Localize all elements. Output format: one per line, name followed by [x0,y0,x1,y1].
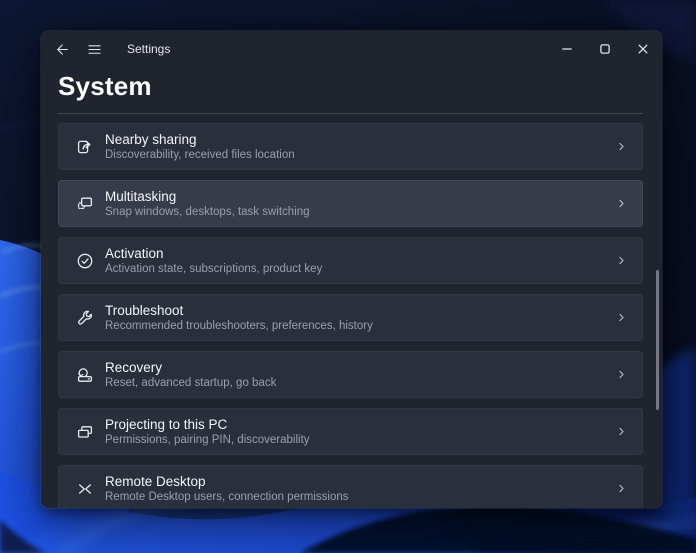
chevron-right-icon [615,311,628,324]
settings-list-item[interactable]: Nearby sharing Discoverability, received… [58,123,643,170]
settings-item-description: Snap windows, desktops, task switching [105,206,310,219]
minimize-icon [562,44,572,54]
activation-icon [75,251,95,271]
settings-list: Nearby sharing Discoverability, received… [58,123,643,508]
desktop: Settings [0,0,696,553]
menu-button[interactable] [81,36,107,62]
chevron-right-icon [615,254,628,267]
settings-item-label: Remote Desktop [105,474,349,489]
maximize-button[interactable] [586,31,624,67]
settings-item-label: Nearby sharing [105,132,295,147]
page-title: System [58,69,643,103]
scrollbar-thumb[interactable] [656,270,659,410]
settings-item-label: Activation [105,246,322,261]
window-title: Settings [127,42,170,56]
chevron-right-icon [615,197,628,210]
close-icon [638,44,648,54]
settings-item-description: Discoverability, received files location [105,149,295,162]
chevron-right-icon [615,425,628,438]
settings-item-label: Projecting to this PC [105,417,310,432]
settings-item-label: Troubleshoot [105,303,373,318]
back-arrow-icon [54,41,71,58]
chevron-right-icon [615,140,628,153]
recovery-icon [75,365,95,385]
settings-item-description: Remote Desktop users, connection permiss… [105,491,349,504]
settings-window: Settings [41,31,662,508]
settings-list-item[interactable]: Projecting to this PC Permissions, pairi… [58,408,643,455]
settings-list-item[interactable]: Multitasking Snap windows, desktops, tas… [58,180,643,227]
settings-item-description: Reset, advanced startup, go back [105,377,276,390]
minimize-button[interactable] [548,31,586,67]
settings-item-label: Recovery [105,360,276,375]
troubleshoot-icon [75,308,95,328]
nearby-sharing-icon [75,137,95,157]
settings-item-description: Permissions, pairing PIN, discoverabilit… [105,434,310,447]
settings-item-description: Recommended troubleshooters, preferences… [105,320,373,333]
page-content: System Nearby sharing Discoverability, r… [41,69,662,508]
hamburger-menu-icon [86,41,103,58]
settings-list-item[interactable]: Troubleshoot Recommended troubleshooters… [58,294,643,341]
close-button[interactable] [624,31,662,67]
header-divider [58,113,643,114]
maximize-icon [600,44,610,54]
projecting-icon [75,422,95,442]
back-button[interactable] [49,36,75,62]
window-controls [548,31,662,67]
remote-desktop-icon [75,479,95,499]
settings-list-item[interactable]: Activation Activation state, subscriptio… [58,237,643,284]
titlebar-left: Settings [41,36,170,62]
settings-item-label: Multitasking [105,189,310,204]
titlebar: Settings [41,31,662,67]
chevron-right-icon [615,482,628,495]
settings-list-item[interactable]: Recovery Reset, advanced startup, go bac… [58,351,643,398]
chevron-right-icon [615,368,628,381]
settings-list-item[interactable]: Remote Desktop Remote Desktop users, con… [58,465,643,508]
multitasking-icon [75,194,95,214]
settings-item-description: Activation state, subscriptions, product… [105,263,322,276]
